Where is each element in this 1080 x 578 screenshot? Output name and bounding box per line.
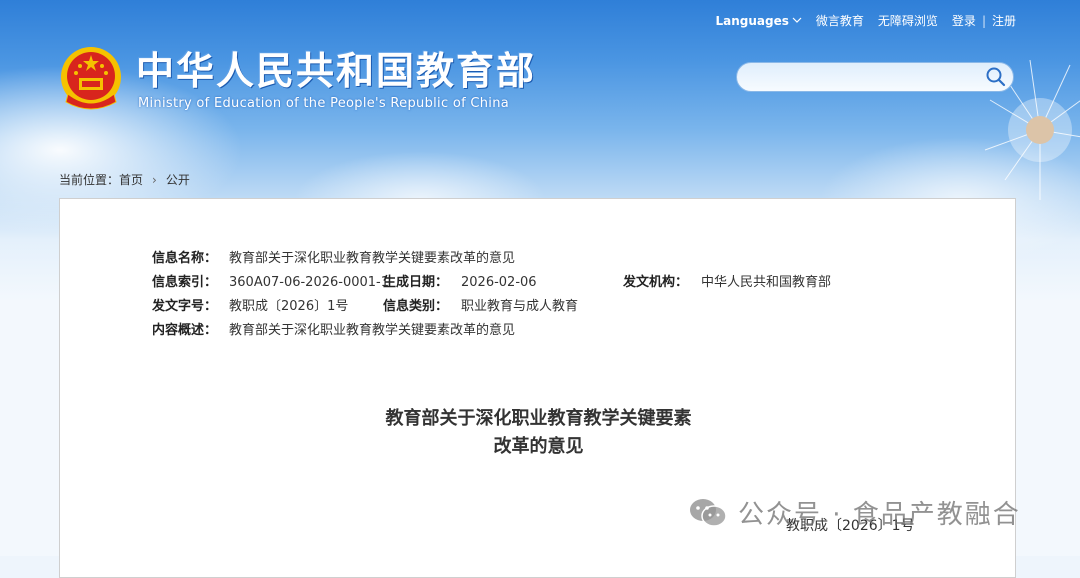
breadcrumb: 当前位置： 首页 › 公开: [59, 171, 190, 188]
document-title-line2: 改革的意见: [493, 436, 584, 457]
meta-index-label: 信息索引：: [152, 275, 218, 290]
chevron-down-icon: [792, 17, 802, 23]
nav-separator: |: [981, 13, 986, 28]
meta-docno-value: 教职成〔2026〕1号: [229, 299, 349, 314]
meta-name-label: 信息名称：: [152, 251, 218, 266]
meta-index-value: 360A07-06-2026-0001-1: [229, 275, 389, 290]
document-title-line1: 教育部关于深化职业教育教学关键要素: [385, 408, 692, 429]
watermark-text: 公众号 · 食品产教融合: [738, 500, 1021, 530]
breadcrumb-home[interactable]: 首页: [119, 171, 143, 188]
document-title: 教育部关于深化职业教育教学关键要素 改革的意见: [60, 405, 1017, 461]
national-emblem-icon[interactable]: [60, 46, 122, 112]
meta-date-label: 生成日期：: [383, 275, 449, 290]
meta-docno-label: 发文字号：: [152, 299, 218, 314]
login-link[interactable]: 登录: [952, 12, 976, 29]
site-title[interactable]: 中华人民共和国教育部: [136, 48, 536, 94]
meta-org-label: 发文机构：: [623, 275, 689, 290]
meta-category-value: 职业教育与成人教育: [461, 299, 579, 314]
search-icon[interactable]: [985, 66, 1007, 88]
site-subtitle: Ministry of Education of the People's Re…: [138, 96, 510, 111]
meta-summary-value: 教育部关于深化职业教育教学关键要素改革的意见: [229, 323, 516, 338]
meta-date-value: 2026-02-06: [461, 275, 537, 290]
breadcrumb-public[interactable]: 公开: [166, 171, 190, 188]
wechat-icon: [690, 498, 727, 527]
meta-org-value: 中华人民共和国教育部: [701, 275, 832, 290]
languages-menu[interactable]: Languages: [716, 14, 802, 28]
meta-category-label: 信息类别：: [383, 299, 449, 314]
breadcrumb-label: 当前位置：: [59, 173, 120, 187]
languages-label: Languages: [715, 13, 789, 28]
chevron-right-icon: ›: [152, 172, 157, 187]
meta-summary-label: 内容概述：: [152, 323, 218, 338]
search-input[interactable]: [736, 62, 1014, 92]
register-link[interactable]: 注册: [992, 12, 1016, 29]
accessibility-link[interactable]: 无障碍浏览: [878, 12, 938, 29]
wechat-watermark: 公众号 · 食品产教融合: [688, 494, 1021, 531]
meta-name-value: 教育部关于深化职业教育教学关键要素改革的意见: [229, 251, 516, 266]
top-navigation: Languages 微言教育 无障碍浏览 登录 | 注册: [716, 12, 1017, 29]
wechat-link[interactable]: 微言教育: [816, 12, 864, 29]
